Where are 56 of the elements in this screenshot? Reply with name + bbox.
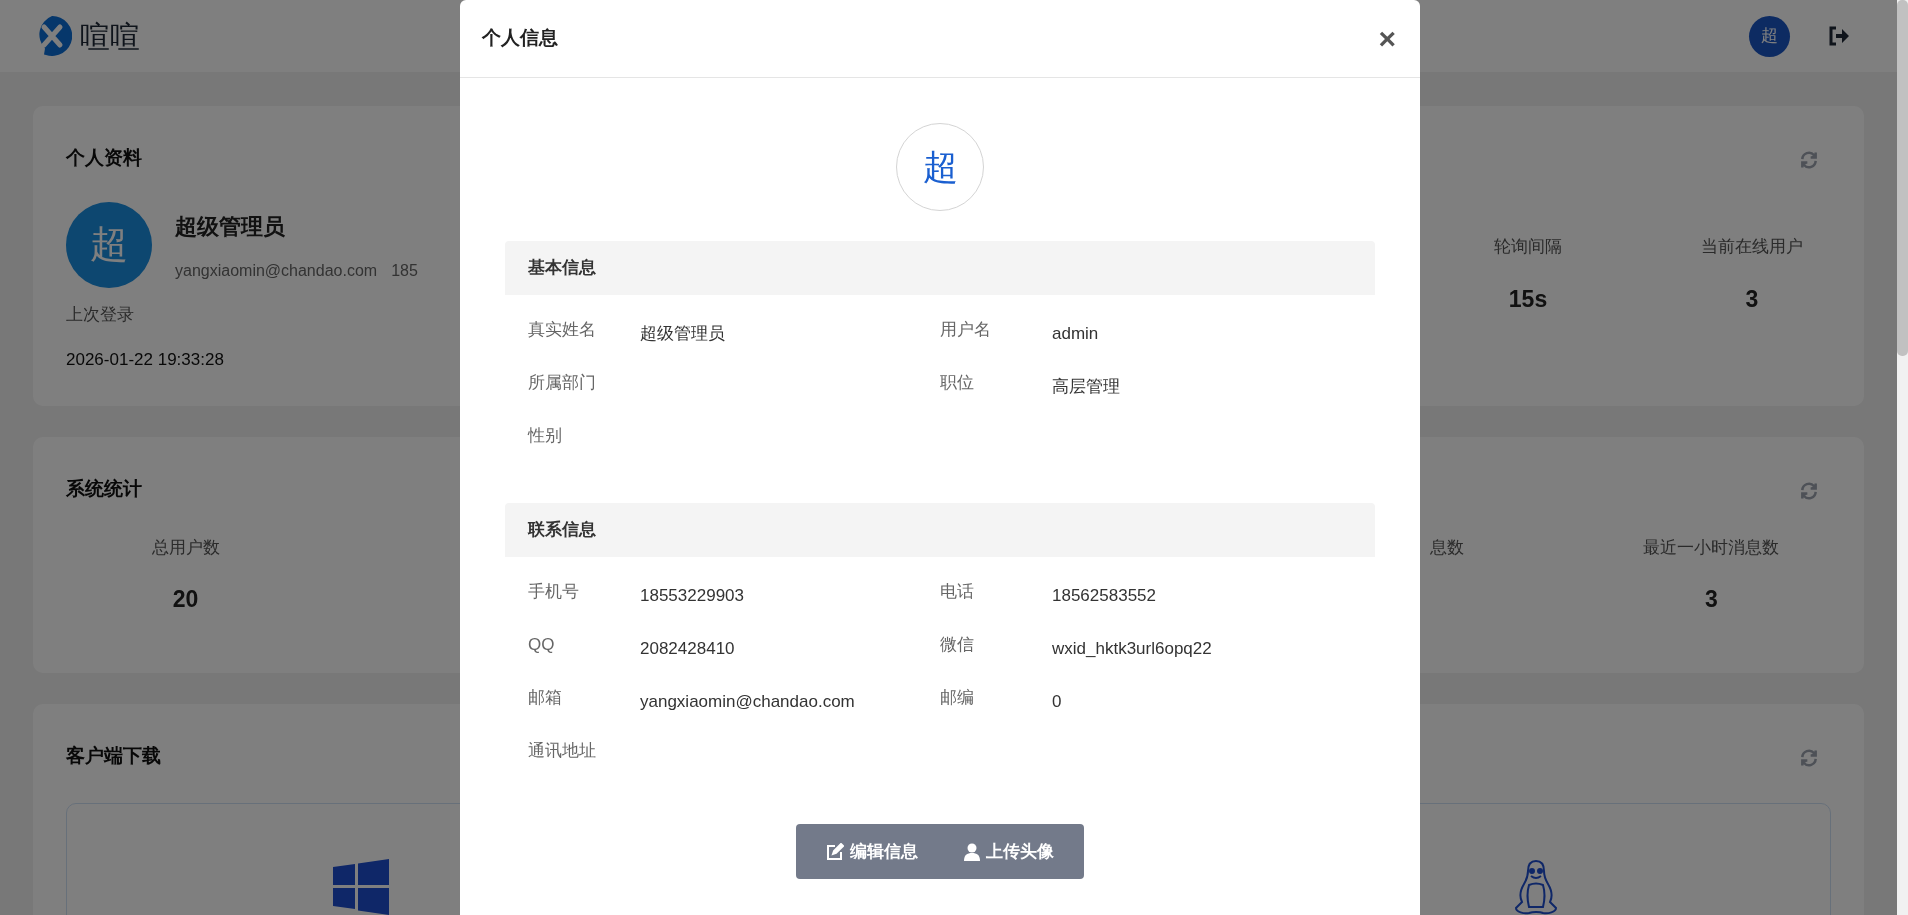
stat-label: 当前在线用户 xyxy=(1701,236,1803,258)
user-icon xyxy=(964,842,980,861)
field-value: admin xyxy=(1052,323,1099,345)
stat-label: 轮询间隔 xyxy=(1494,236,1562,258)
edit-button[interactable]: 编辑信息 xyxy=(826,838,918,865)
stat-label: 最近一小时消息数 xyxy=(1643,536,1780,559)
field-label: QQ xyxy=(528,634,556,656)
field-label: 邮编 xyxy=(940,687,975,709)
card-title: 客户端下载 xyxy=(66,744,161,768)
refresh-icon[interactable] xyxy=(1799,481,1819,501)
section-title: 基本信息 xyxy=(528,257,596,280)
edit-icon xyxy=(826,842,844,861)
field-value: 18553229903 xyxy=(640,585,744,607)
windows-logo-icon[interactable] xyxy=(332,858,389,915)
app-name: 喧喧 xyxy=(80,18,140,55)
last-login-time: 2026-01-22 19:33:28 xyxy=(66,349,224,371)
profile-avatar: 超 xyxy=(66,201,152,288)
refresh-icon[interactable] xyxy=(1799,748,1819,768)
section-title: 联系信息 xyxy=(528,519,596,542)
field-value: 超级管理员 xyxy=(640,323,725,345)
last-login-label: 上次登录 xyxy=(66,303,134,326)
field-value: 高层管理 xyxy=(1052,376,1120,398)
dialog-title: 个人信息 xyxy=(482,26,558,51)
penguin-icon[interactable] xyxy=(1513,858,1560,915)
field-label: 微信 xyxy=(940,634,975,656)
stat-label: 息数 xyxy=(1429,537,1464,557)
stat-value: 3 xyxy=(1705,585,1718,614)
logout-icon[interactable] xyxy=(1828,26,1850,46)
field-value: 18562583552 xyxy=(1052,585,1156,607)
card-title: 个人资料 xyxy=(66,146,142,170)
field-label: 用户名 xyxy=(940,319,992,341)
user-phone: 185 xyxy=(391,260,418,281)
stat-label: 总用户数 xyxy=(151,536,220,559)
card-title: 系统统计 xyxy=(66,477,142,501)
field-value: wxid_hktk3url6opq22 xyxy=(1052,638,1212,660)
refresh-icon[interactable] xyxy=(1799,150,1819,170)
field-value: yangxiaomin@chandao.com xyxy=(640,691,855,713)
field-label: 邮箱 xyxy=(528,687,563,709)
field-label: 性别 xyxy=(528,425,563,447)
field-value: 2082428410 xyxy=(640,638,735,660)
stat-value: 20 xyxy=(172,585,199,614)
user-email: yangxiaomin@chandao.com xyxy=(175,260,378,281)
stat-value: 3 xyxy=(1745,284,1759,314)
field-label: 所属部门 xyxy=(528,372,597,394)
field-label: 电话 xyxy=(940,581,975,603)
stat-value: 15s xyxy=(1508,284,1548,314)
user-name: 超级管理员 xyxy=(175,212,286,241)
field-label: 通讯地址 xyxy=(528,740,597,762)
field-value: 0 xyxy=(1052,691,1062,713)
close-button[interactable]: × xyxy=(1376,23,1398,54)
field-label: 真实姓名 xyxy=(528,319,597,341)
upload-avatar-button[interactable]: 上传头像 xyxy=(964,838,1054,865)
field-label: 手机号 xyxy=(528,581,580,603)
field-label: 职位 xyxy=(940,372,975,394)
scrollbar-thumb[interactable] xyxy=(1897,0,1908,356)
user-avatar[interactable]: 超 xyxy=(1749,15,1790,57)
